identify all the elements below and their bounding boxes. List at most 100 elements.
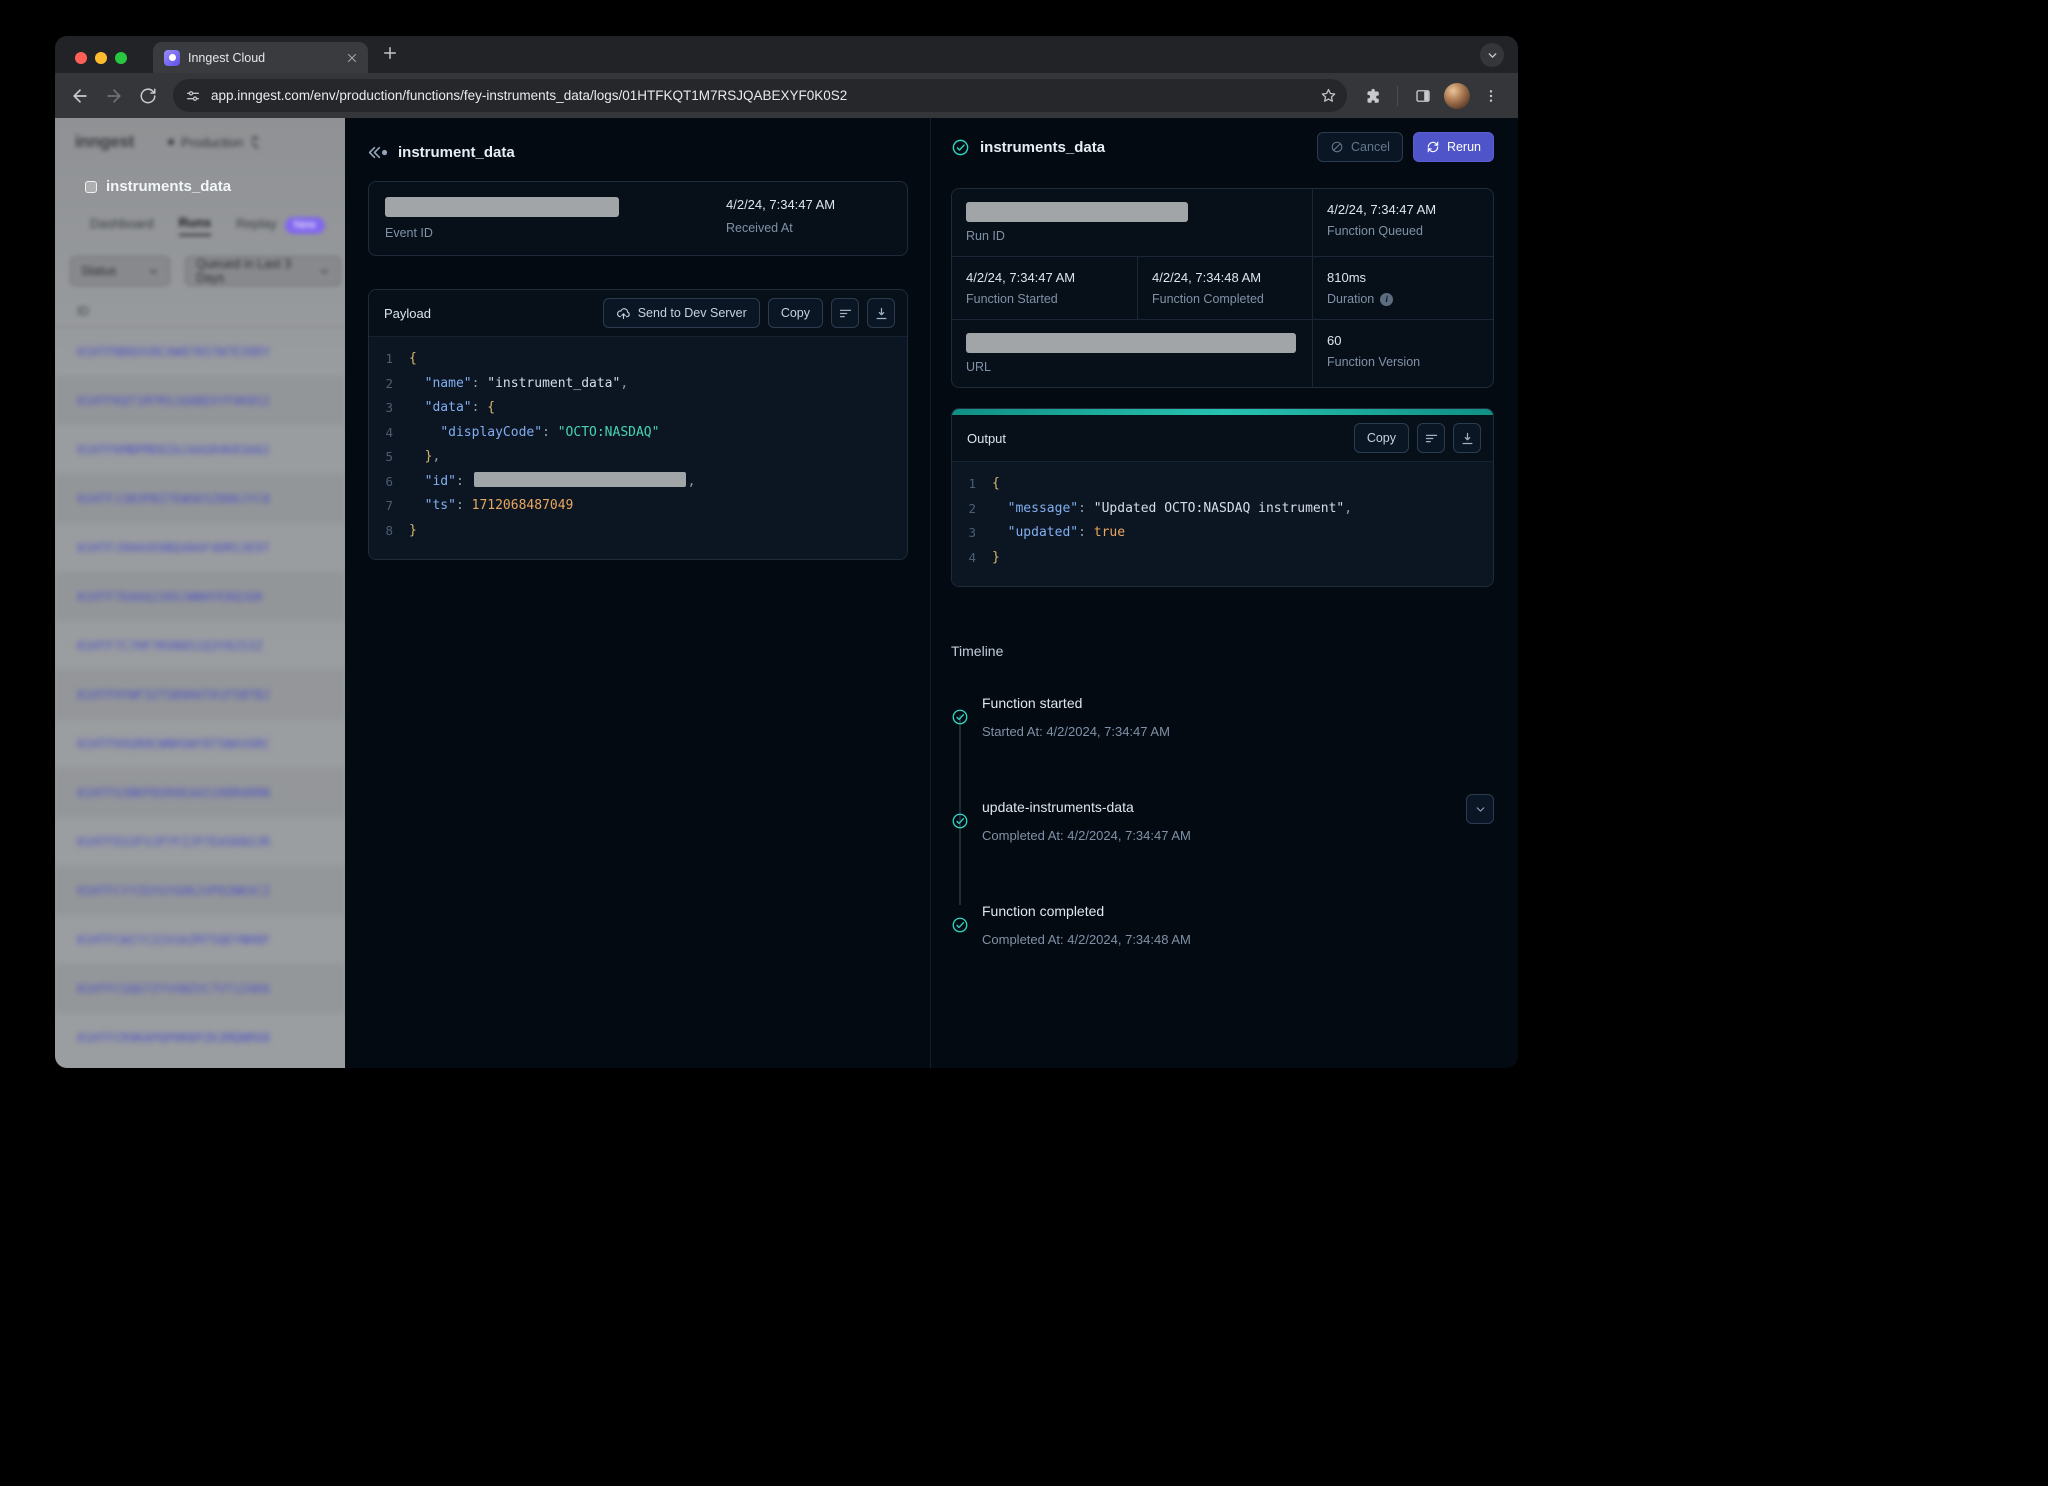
line-number: 3 xyxy=(952,521,992,546)
browser-tab[interactable]: Inngest Cloud xyxy=(153,42,368,73)
tab-dashboard[interactable]: Dashboard xyxy=(90,216,154,235)
code-token: "OCTO:NASDAQ" xyxy=(558,425,660,440)
side-panel-icon[interactable] xyxy=(1408,81,1438,111)
code-text: "id": , xyxy=(409,470,695,495)
code-token: , xyxy=(1344,501,1352,516)
run-id-item[interactable]: 01HTFCYYZGYGYGDKJVP82NKXCZ xyxy=(55,866,345,915)
cancel-slash-icon xyxy=(1330,140,1344,154)
function-icon xyxy=(85,181,97,193)
run-id-item[interactable]: 01HTFJ3B3PBZ7EWGK5Z086JYC8 xyxy=(55,474,345,523)
run-id-item[interactable]: 01HTF7DA6Q238SJWNHYE8Q2Q0 xyxy=(55,572,345,621)
output-scroll-to-bottom-button[interactable] xyxy=(1453,423,1481,453)
send-to-dev-server-button[interactable]: Send to Dev Server xyxy=(603,298,760,328)
line-number: 7 xyxy=(369,494,409,519)
timeline-item-timestamp: Completed At: 4/2/2024, 7:34:47 AM xyxy=(982,827,1453,845)
close-window-button[interactable] xyxy=(75,52,87,64)
output-card: Output Copy 1{2 "message": "Updated OCTO… xyxy=(951,408,1494,587)
reload-button[interactable] xyxy=(133,81,163,111)
code-token: : xyxy=(1078,525,1094,540)
run-id-item[interactable]: 01HTFHXGR0CWNHSWY8TSNAVGRC xyxy=(55,719,345,768)
run-id-item[interactable]: 01HTFKQT1M7RSJQABEXYF0K0S2 xyxy=(55,376,345,425)
code-line: 8} xyxy=(369,519,907,544)
inngest-favicon-icon xyxy=(164,50,180,66)
run-id-item[interactable]: 01HTF7C7HF7RVN051Q3Y0253Z xyxy=(55,621,345,670)
payload-code[interactable]: 1{2 "name": "instrument_data",3 "data": … xyxy=(369,336,907,559)
run-title: instruments_data xyxy=(980,139,1307,156)
environment-selector[interactable]: Production xyxy=(168,135,260,150)
scroll-to-bottom-button[interactable] xyxy=(867,298,895,328)
run-id-item[interactable]: 01HTFG3BKPQSR9EAA5108RARRN xyxy=(55,768,345,817)
run-id-item[interactable]: 01HTFN86XV8CXW87857W7E39DY xyxy=(55,327,345,376)
output-code[interactable]: 1{2 "message": "Updated OCTO:NASDAQ inst… xyxy=(952,461,1493,586)
cancel-button[interactable]: Cancel xyxy=(1317,132,1403,162)
code-token: "updated" xyxy=(1008,525,1078,540)
tab-runs[interactable]: Runs xyxy=(179,215,212,236)
zoom-window-button[interactable] xyxy=(115,52,127,64)
date-range-filter[interactable]: Queued in Last 3 Days xyxy=(185,256,341,286)
tab-search-button[interactable] xyxy=(1480,43,1504,67)
code-line: 7 "ts": 1712068487049 xyxy=(369,494,907,519)
run-id-item[interactable]: 01HTFCSQG7ZYVXNZVC7VT1Z4K6 xyxy=(55,964,345,1013)
code-token: : xyxy=(472,400,488,415)
tab-replay[interactable]: Replay xyxy=(236,216,276,235)
duration-cell: 810ms Duration i xyxy=(1312,257,1493,319)
forward-button[interactable] xyxy=(99,81,129,111)
code-token: : xyxy=(456,474,472,489)
timeline-item-title: Function completed xyxy=(982,901,1494,921)
code-token: : xyxy=(456,498,472,513)
run-id-item[interactable]: 01HTFEG3FVJP7FZJP7EA5KN3JR xyxy=(55,817,345,866)
date-range-filter-label: Queued in Last 3 Days xyxy=(196,257,319,285)
line-number: 6 xyxy=(369,470,409,495)
info-icon[interactable]: i xyxy=(1380,293,1393,306)
rerun-refresh-icon xyxy=(1426,140,1440,154)
bookmark-star-icon[interactable] xyxy=(1320,87,1337,104)
code-text: { xyxy=(992,472,1000,497)
run-panel: instruments_data Cancel Rerun xyxy=(930,118,1518,1068)
function-version-value: 60 xyxy=(1327,333,1479,348)
run-filters: Status Queued in Last 3 Days xyxy=(70,256,345,286)
new-tab-button[interactable] xyxy=(376,39,404,67)
run-id-item[interactable]: 01HTFHYWF32TSB9HGT01F5BTBJ xyxy=(55,670,345,719)
line-number: 2 xyxy=(952,497,992,522)
timeline-list: Function startedStarted At: 4/2/2024, 7:… xyxy=(951,693,1494,969)
url-redacted-value xyxy=(966,333,1296,353)
address-bar[interactable]: app.inngest.com/env/production/functions… xyxy=(173,79,1347,112)
close-tab-icon[interactable] xyxy=(345,51,359,65)
step-success-check-icon xyxy=(951,693,969,741)
payload-title: Payload xyxy=(384,306,595,321)
code-text: "displayCode": "OCTO:NASDAQ" xyxy=(409,421,659,446)
duration-label: Duration i xyxy=(1327,292,1479,306)
function-started-label: Function Started xyxy=(966,292,1123,306)
step-success-check-icon xyxy=(951,901,969,949)
rerun-button[interactable]: Rerun xyxy=(1413,132,1494,162)
code-token: , xyxy=(688,474,696,489)
function-queued-cell: 4/2/24, 7:34:47 AM Function Queued xyxy=(1312,189,1493,256)
payload-copy-button[interactable]: Copy xyxy=(768,298,823,328)
sidebar-header: inngest Production xyxy=(55,118,345,152)
wrap-text-button[interactable] xyxy=(831,298,859,328)
expand-step-button[interactable] xyxy=(1466,794,1494,824)
duration-label-text: Duration xyxy=(1327,292,1374,306)
new-badge: New xyxy=(285,217,325,234)
code-line: 1{ xyxy=(952,472,1493,497)
run-id-item[interactable]: 01HTFKMBPMD0ZAJ4AG04K03A02 xyxy=(55,425,345,474)
code-text: { xyxy=(409,347,417,372)
run-id-item[interactable]: 01HTFCW27CZ2X3AZM75QEYNH8F xyxy=(55,915,345,964)
back-button[interactable] xyxy=(65,81,95,111)
browser-menu-icon[interactable] xyxy=(1476,81,1506,111)
extensions-icon[interactable] xyxy=(1357,81,1387,111)
site-settings-icon[interactable] xyxy=(185,88,201,104)
url-text[interactable]: app.inngest.com/env/production/functions… xyxy=(211,88,1320,103)
code-token: "ts" xyxy=(425,498,456,513)
output-copy-button[interactable]: Copy xyxy=(1354,423,1409,453)
status-filter[interactable]: Status xyxy=(70,256,170,286)
run-id-item[interactable]: 01HTFCR9KAPQP0R8PZK3MQNMX8 xyxy=(55,1013,345,1062)
output-wrap-text-button[interactable] xyxy=(1417,423,1445,453)
timeline-item: update-instruments-dataCompleted At: 4/2… xyxy=(951,797,1494,901)
timeline-item-text: Function completedCompleted At: 4/2/2024… xyxy=(982,901,1494,949)
profile-avatar[interactable] xyxy=(1444,83,1470,109)
url-label: URL xyxy=(966,360,1298,374)
run-id-item[interactable]: 01HTFJ9HAVE0BQ48AF4DM13E9T xyxy=(55,523,345,572)
desktop-background: Inngest Cloud xyxy=(0,0,2048,1486)
minimize-window-button[interactable] xyxy=(95,52,107,64)
